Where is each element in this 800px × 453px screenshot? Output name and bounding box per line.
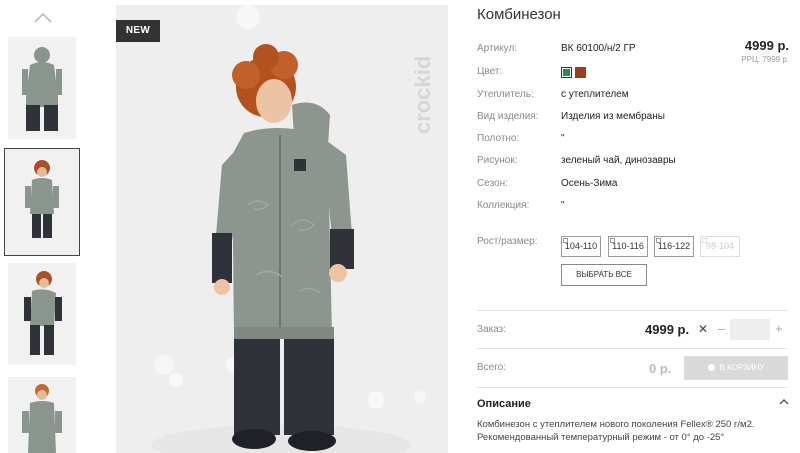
size-checkbox (610, 238, 615, 243)
thumbnail-1[interactable] (8, 37, 76, 139)
chevron-up-icon[interactable] (33, 10, 53, 24)
size-option-116-122[interactable]: 116-122 (654, 236, 694, 257)
pattern-value: зеленый чай, динозавры (561, 155, 676, 166)
decrease-quantity-button[interactable]: – (718, 321, 725, 336)
season-value: Осень-Зима (561, 178, 618, 189)
type-value: Изделия из мембраны (561, 111, 665, 122)
size-option-110-116[interactable]: 110-116 (608, 236, 648, 257)
color-swatch-brown[interactable] (575, 67, 586, 78)
quantity-input[interactable] (730, 319, 770, 340)
increase-quantity-button[interactable]: + (775, 321, 783, 336)
type-label: Вид изделия: (477, 111, 539, 122)
color-label: Цвет: (477, 66, 503, 77)
insulation-value: с утеплителем (561, 89, 629, 100)
remove-order-icon[interactable]: ✕ (698, 322, 708, 336)
insulation-label: Утеплитель: (477, 89, 534, 100)
collection-value: " (561, 200, 565, 211)
brand-logo: crockid (410, 56, 435, 134)
thumbnail-3-image (8, 263, 76, 365)
color-swatch-green-fill (563, 69, 570, 76)
description-text: Комбинезон с утеплителем нового поколени… (477, 419, 755, 443)
size-option-98-104: 98-104 (700, 236, 740, 257)
fabric-label: Полотно: (477, 133, 520, 144)
size-option-label: 98-104 (705, 241, 735, 251)
cart-icon (707, 364, 715, 371)
size-option-label: 104-110 (564, 241, 598, 251)
article-label: Артикул: (477, 43, 518, 54)
thumbnail-2[interactable] (4, 148, 80, 256)
new-badge: NEW (116, 20, 160, 42)
season-label: Сезон: (477, 178, 508, 189)
order-price: 4999 р. (645, 322, 690, 337)
size-checkbox (656, 238, 661, 243)
add-to-cart-button[interactable]: В КОРЗИНУ (684, 356, 788, 380)
brand-logo-text: crockid (410, 56, 435, 134)
thumbnail-1-image (8, 37, 76, 139)
chevron-up-icon[interactable] (779, 397, 789, 407)
thumbnail-4-image (8, 377, 76, 453)
color-swatch-green[interactable] (561, 67, 572, 78)
product-rrp: РРЦ: 7999 р. (741, 55, 789, 64)
thumbnail-strip (0, 0, 85, 453)
description-title: Описание (477, 398, 531, 410)
thumbnail-2-image (8, 152, 76, 252)
product-photo-illustration (116, 5, 448, 453)
fabric-value: " (561, 133, 565, 144)
main-product-photo[interactable] (116, 5, 448, 453)
divider (477, 310, 788, 311)
size-option-label: 110-116 (612, 241, 644, 251)
product-price: 4999 р. (744, 38, 789, 53)
add-to-cart-label: В КОРЗИНУ (719, 363, 765, 372)
article-value: ВК 60100/н/2 ГР (561, 43, 636, 54)
size-checkbox (702, 238, 707, 243)
collection-label: Коллекция: (477, 200, 530, 211)
total-price: 0 р. (649, 361, 672, 376)
thumbnail-4[interactable] (8, 377, 76, 453)
thumbnail-3[interactable] (8, 263, 76, 365)
product-title: Комбинезон (477, 6, 561, 23)
order-label: Заказ: (477, 324, 507, 335)
size-option-label: 116-122 (657, 241, 691, 251)
size-label: Рост/размер: (477, 236, 538, 247)
divider (477, 348, 788, 349)
divider (477, 387, 788, 388)
product-details: Комбинезон Артикул: ВК 60100/н/2 ГР 4999… (477, 0, 793, 453)
size-option-104-110[interactable]: 104-110 (561, 236, 601, 257)
total-label: Всего: (477, 362, 506, 373)
size-checkbox (563, 238, 568, 243)
pattern-label: Рисунок: (477, 155, 518, 166)
select-all-button[interactable]: ВЫБРАТЬ ВСЕ (561, 264, 647, 286)
